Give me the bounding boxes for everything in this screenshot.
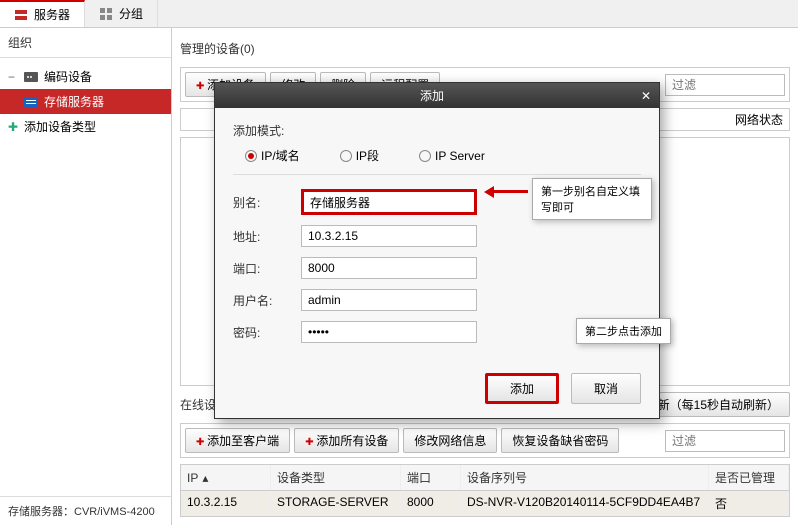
dialog-title: 添加	[223, 87, 641, 104]
addr-label: 地址:	[233, 228, 287, 245]
radio-ip-server[interactable]: IP Server	[419, 147, 485, 164]
radio-group: IP/域名 IP段 IP Server	[233, 147, 641, 175]
dialog-header[interactable]: 添加 ✕	[215, 83, 659, 108]
pwd-input[interactable]	[301, 321, 477, 343]
radio-dot-icon	[245, 150, 257, 162]
arrow-icon	[488, 190, 528, 193]
dialog-overlay: 添加 ✕ 添加模式: IP/域名 IP段 IP Server 别名: 地址: 端…	[0, 0, 798, 525]
close-icon[interactable]: ✕	[641, 89, 651, 103]
dialog-actions: 添加 取消	[215, 367, 659, 418]
radio-dot-icon	[340, 150, 352, 162]
port-label: 端口:	[233, 260, 287, 277]
dialog-cancel-button[interactable]: 取消	[571, 373, 641, 404]
radio-dot-icon	[419, 150, 431, 162]
add-dialog: 添加 ✕ 添加模式: IP/域名 IP段 IP Server 别名: 地址: 端…	[214, 82, 660, 419]
user-label: 用户名:	[233, 292, 287, 309]
addr-input[interactable]	[301, 225, 477, 247]
radio-ip-segment[interactable]: IP段	[340, 147, 379, 164]
radio-ip-domain[interactable]: IP/域名	[245, 147, 300, 164]
mode-label: 添加模式:	[233, 122, 641, 139]
port-input[interactable]	[301, 257, 477, 279]
alias-label: 别名:	[233, 194, 287, 211]
callout-step2: 第二步点击添加	[576, 318, 671, 344]
pwd-label: 密码:	[233, 324, 287, 341]
callout-step1: 第一步别名自定义填写即可	[532, 178, 652, 220]
alias-input[interactable]	[301, 189, 477, 215]
dialog-add-button[interactable]: 添加	[485, 373, 559, 404]
user-input[interactable]	[301, 289, 477, 311]
